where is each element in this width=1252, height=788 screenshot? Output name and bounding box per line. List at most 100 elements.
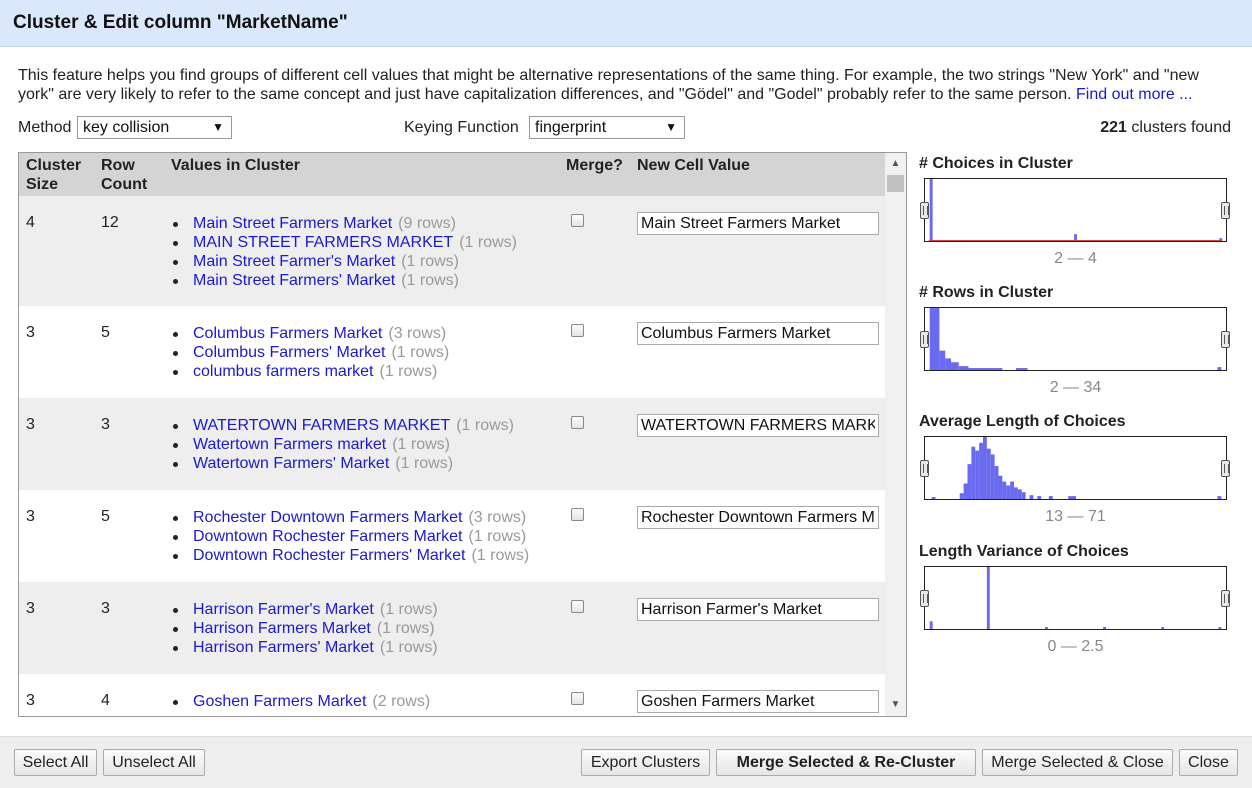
cluster-value-row-count: (2 rows)	[372, 693, 431, 710]
histogram-bar	[1021, 492, 1026, 499]
cluster-value-link[interactable]: Columbus Farmers Market	[193, 325, 382, 342]
scroll-down-arrow-icon[interactable]: ▼	[885, 696, 906, 714]
cluster-value-item: Harrison Farmers' Market (1 rows)	[171, 638, 438, 657]
cluster-value-row-count: (1 rows)	[379, 363, 438, 380]
merge-checkbox[interactable]	[571, 600, 584, 613]
method-select[interactable]: key collision ▼	[77, 116, 232, 139]
row-count: 3	[101, 600, 110, 617]
description-text: This feature helps you find groups of di…	[18, 67, 1199, 103]
facet-range: 2 — 34	[1049, 379, 1102, 396]
method-label: Method	[18, 119, 72, 136]
cluster-row: 4 12 Main Street Farmers Market (9 rows) MAI…	[19, 196, 886, 306]
new-cell-value-input[interactable]	[637, 322, 879, 345]
merge-checkbox[interactable]	[571, 508, 584, 521]
cluster-value-link[interactable]: Main Street Farmer's Market	[193, 253, 395, 270]
cluster-values-list: Main Street Farmers Market (9 rows) MAIN S…	[171, 214, 517, 290]
histogram-bar	[1161, 627, 1165, 629]
cluster-values-list: Goshen Farmers Market (2 rows)	[171, 692, 430, 711]
cluster-value-link[interactable]: Watertown Farmers market	[193, 436, 386, 453]
facet-title: Length Variance of Choices	[919, 543, 1129, 560]
range-handle-right[interactable]	[1221, 590, 1230, 607]
header-row-count: Row Count	[101, 156, 147, 194]
range-handle-left[interactable]	[920, 460, 929, 477]
merge-close-button[interactable]: Merge Selected & Close	[982, 749, 1173, 776]
facet-range: 13 — 71	[1045, 508, 1106, 525]
histogram-bar	[979, 442, 983, 499]
cluster-value-link[interactable]: Rochester Downtown Farmers Market	[193, 509, 462, 526]
cluster-value-link[interactable]: Harrison Farmers' Market	[193, 639, 374, 656]
table-header: Cluster Size Row Count Values in Cluster…	[19, 153, 886, 196]
merge-recluster-button[interactable]: Merge Selected & Re-Cluster	[716, 749, 976, 776]
range-handle-right[interactable]	[1221, 202, 1230, 219]
row-count: 5	[101, 324, 110, 341]
range-handle-left[interactable]	[920, 331, 929, 348]
new-cell-value-input[interactable]	[637, 212, 879, 235]
keying-function-label: Keying Function	[404, 119, 519, 136]
scroll-up-arrow-icon[interactable]: ▲	[885, 155, 906, 173]
unselect-all-button[interactable]: Unselect All	[103, 749, 205, 776]
histogram-bar	[929, 308, 940, 370]
cluster-value-link[interactable]: Watertown Farmers' Market	[193, 455, 389, 472]
new-cell-value-input[interactable]	[637, 598, 879, 621]
cluster-value-row-count: (1 rows)	[459, 234, 517, 251]
histogram-bar	[1037, 496, 1042, 499]
keying-function-select[interactable]: fingerprint ▼	[529, 116, 685, 139]
histogram-bar	[975, 450, 980, 499]
new-cell-value-input[interactable]	[637, 690, 879, 713]
dialog-footer: Select All Unselect All Export Clusters …	[0, 736, 1252, 788]
histogram-bar	[990, 454, 995, 499]
histogram-bar	[939, 350, 946, 370]
cluster-value-link[interactable]: Goshen Farmers Market	[193, 693, 366, 710]
range-handle-right[interactable]	[1221, 460, 1230, 477]
find-out-more-link[interactable]: Find out more ...	[1076, 86, 1193, 103]
cluster-value-row-count: (1 rows)	[395, 455, 454, 472]
cluster-value-link[interactable]: MAIN STREET FARMERS MARKET	[193, 234, 453, 251]
export-clusters-button[interactable]: Export Clusters	[581, 749, 710, 776]
cluster-value-item: Harrison Farmers Market (1 rows)	[171, 619, 438, 638]
merge-checkbox[interactable]	[571, 416, 584, 429]
header-cluster-size-line2: Size	[26, 176, 59, 193]
cluster-value-row-count: (1 rows)	[379, 639, 438, 656]
dialog-title-bar: Cluster & Edit column "MarketName"	[0, 0, 1252, 47]
range-handle-left[interactable]	[920, 202, 929, 219]
histogram-bar	[959, 493, 964, 499]
cluster-value-link[interactable]: Main Street Farmers Market	[193, 215, 392, 232]
histogram-bar	[998, 475, 1003, 499]
histogram-bar	[1015, 368, 1028, 370]
cluster-value-item: Main Street Farmers Market (9 rows)	[171, 214, 517, 233]
cluster-value-link[interactable]: Harrison Farmers Market	[193, 620, 371, 637]
facet-title: Average Length of Choices	[919, 413, 1126, 430]
cluster-value-link[interactable]: columbus farmers market	[193, 363, 374, 380]
cluster-size: 3	[26, 324, 35, 341]
cluster-size: 3	[26, 508, 35, 525]
range-handle-right[interactable]	[1221, 331, 1230, 348]
merge-checkbox[interactable]	[571, 692, 584, 705]
histogram-bar	[994, 466, 999, 499]
select-all-button[interactable]: Select All	[14, 749, 97, 776]
cluster-value-link[interactable]: Columbus Farmers' Market	[193, 344, 385, 361]
cluster-value-link[interactable]: Downtown Rochester Farmers' Market	[193, 547, 465, 564]
cluster-value-link[interactable]: Downtown Rochester Farmers Market	[193, 528, 462, 545]
histogram-bar	[986, 448, 991, 499]
cluster-value-item: Main Street Farmers' Market (1 rows)	[171, 271, 517, 290]
table-scrollbar[interactable]: ▲ ▼	[885, 153, 906, 716]
new-cell-value-input[interactable]	[637, 506, 879, 529]
range-handle-left[interactable]	[920, 590, 929, 607]
cluster-value-row-count: (9 rows)	[398, 215, 456, 232]
cluster-values-list: Rochester Downtown Farmers Market (3 rows…	[171, 508, 529, 565]
cluster-value-link[interactable]: Harrison Farmer's Market	[193, 601, 374, 618]
facet-histogram-length-variance	[924, 566, 1227, 630]
histogram-bar	[967, 464, 972, 499]
close-button[interactable]: Close	[1179, 749, 1238, 776]
cluster-value-row-count: (1 rows)	[391, 344, 450, 361]
merge-checkbox[interactable]	[571, 324, 584, 337]
scroll-thumb[interactable]	[887, 175, 904, 192]
facet-title: # Choices in Cluster	[919, 155, 1073, 172]
cluster-value-link[interactable]: Main Street Farmers' Market	[193, 272, 395, 289]
cluster-size: 3	[26, 600, 35, 617]
clusters-count: 221	[1100, 119, 1127, 136]
new-cell-value-input[interactable]	[637, 414, 879, 437]
merge-checkbox[interactable]	[571, 214, 584, 227]
cluster-value-link[interactable]: WATERTOWN FARMERS MARKET	[193, 417, 450, 434]
keying-function-value: fingerprint	[535, 119, 607, 136]
